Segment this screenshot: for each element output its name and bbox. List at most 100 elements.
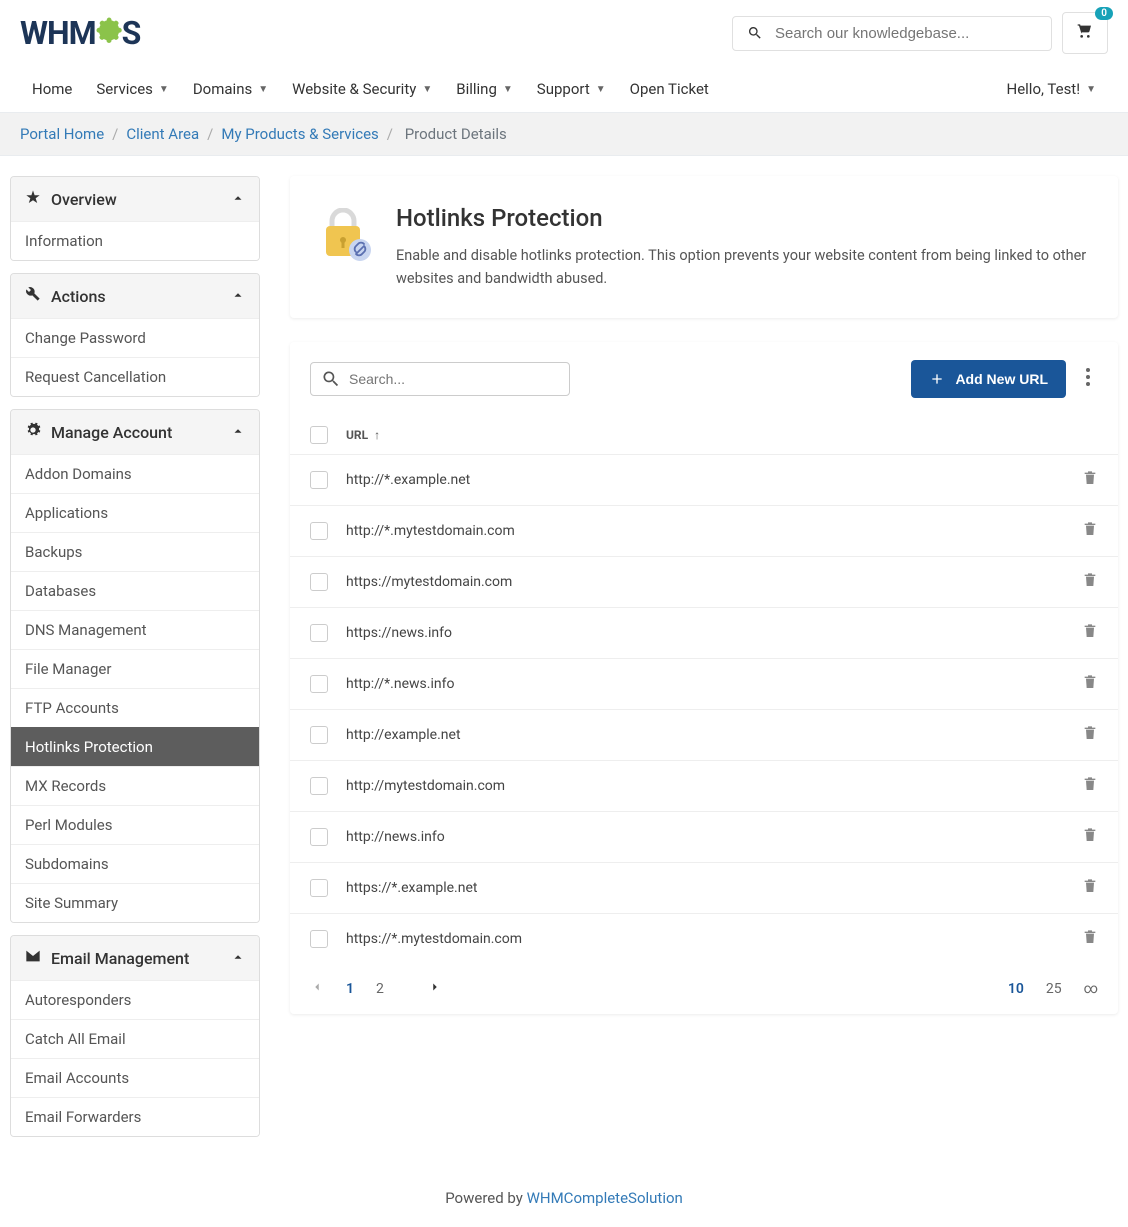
nav-item-services[interactable]: Services▼ [84, 66, 180, 112]
nav-item-home[interactable]: Home [20, 66, 84, 112]
page-2[interactable]: 2 [376, 981, 384, 997]
row-checkbox[interactable] [310, 726, 328, 744]
sidebar-item-hotlinks-protection[interactable]: Hotlinks Protection [11, 727, 259, 766]
sidebar-item-information[interactable]: Information [11, 221, 259, 260]
search-icon [747, 25, 763, 41]
sidebar-item-dns-management[interactable]: DNS Management [11, 610, 259, 649]
url-cell: http://example.net [346, 727, 1064, 743]
brand-logo[interactable]: WHM S [20, 14, 140, 52]
table-row: http://news.info [290, 812, 1118, 863]
delete-button[interactable] [1082, 826, 1098, 848]
actions-icon [25, 286, 41, 306]
prev-page-button[interactable] [310, 980, 324, 998]
sidebar-item-databases[interactable]: Databases [11, 571, 259, 610]
trash-icon [1082, 469, 1098, 487]
breadcrumb-link[interactable]: Client Area [126, 125, 199, 143]
trash-icon [1082, 877, 1098, 895]
sidebar-item-site-summary[interactable]: Site Summary [11, 883, 259, 922]
breadcrumb-link[interactable]: My Products & Services [221, 125, 378, 143]
url-cell: http://mytestdomain.com [346, 778, 1064, 794]
row-checkbox[interactable] [310, 675, 328, 693]
sidebar-panel-actions[interactable]: Actions [11, 274, 259, 318]
nav-item-open-ticket[interactable]: Open Ticket [618, 66, 721, 112]
column-header-url[interactable]: URL ↑ [346, 428, 380, 442]
next-page-button[interactable] [428, 980, 442, 998]
delete-button[interactable] [1082, 571, 1098, 593]
table-row: http://*.news.info [290, 659, 1118, 710]
table-row: https://mytestdomain.com [290, 557, 1118, 608]
table-search-input[interactable] [349, 371, 559, 387]
sidebar-item-file-manager[interactable]: File Manager [11, 649, 259, 688]
knowledgebase-search[interactable] [732, 16, 1052, 51]
sidebar-item-addon-domains[interactable]: Addon Domains [11, 454, 259, 493]
table-row: https://*.mytestdomain.com [290, 914, 1118, 964]
url-cell: https://mytestdomain.com [346, 574, 1064, 590]
trash-icon [1082, 928, 1098, 946]
row-checkbox[interactable] [310, 828, 328, 846]
row-checkbox[interactable] [310, 471, 328, 489]
sidebar-item-subdomains[interactable]: Subdomains [11, 844, 259, 883]
table-row: http://*.mytestdomain.com [290, 506, 1118, 557]
row-checkbox[interactable] [310, 777, 328, 795]
delete-button[interactable] [1082, 673, 1098, 695]
knowledgebase-search-input[interactable] [775, 25, 1037, 42]
user-greeting-dropdown[interactable]: Hello, Test! ▼ [995, 66, 1109, 112]
chevron-down-icon: ▼ [159, 84, 169, 95]
page-1[interactable]: 1 [346, 981, 354, 997]
add-new-url-button[interactable]: Add New URL [911, 360, 1066, 398]
footer-brand-link[interactable]: WHMCompleteSolution [527, 1189, 683, 1207]
delete-button[interactable] [1082, 622, 1098, 644]
sidebar-item-email-accounts[interactable]: Email Accounts [11, 1058, 259, 1097]
cart-button[interactable]: 0 [1062, 12, 1108, 54]
manage-icon [25, 422, 41, 442]
nav-item-domains[interactable]: Domains▼ [181, 66, 280, 112]
sidebar-item-ftp-accounts[interactable]: FTP Accounts [11, 688, 259, 727]
url-cell: https://*.mytestdomain.com [346, 931, 1064, 947]
breadcrumb-current: Product Details [405, 125, 507, 143]
sidebar-item-email-forwarders[interactable]: Email Forwarders [11, 1097, 259, 1136]
chevron-down-icon: ▼ [503, 84, 513, 95]
sidebar-item-change-password[interactable]: Change Password [11, 318, 259, 357]
chevron-down-icon: ▼ [596, 84, 606, 95]
row-checkbox[interactable] [310, 573, 328, 591]
sidebar-item-autoresponders[interactable]: Autoresponders [11, 980, 259, 1019]
page-description: Enable and disable hotlinks protection. … [396, 244, 1088, 290]
page-size-25[interactable]: 25 [1046, 981, 1062, 997]
nav-item-support[interactable]: Support▼ [525, 66, 618, 112]
sidebar-panel-overview[interactable]: Overview [11, 177, 259, 221]
breadcrumb-link[interactable]: Portal Home [20, 125, 104, 143]
row-checkbox[interactable] [310, 522, 328, 540]
delete-button[interactable] [1082, 469, 1098, 491]
trash-icon [1082, 724, 1098, 742]
delete-button[interactable] [1082, 877, 1098, 899]
sidebar-panel-manage[interactable]: Manage Account [11, 410, 259, 454]
page-size-10[interactable]: 10 [1008, 981, 1024, 997]
plus-icon [929, 371, 945, 387]
select-all-checkbox[interactable] [310, 426, 328, 444]
delete-button[interactable] [1082, 928, 1098, 950]
chevron-up-icon [231, 287, 245, 306]
sidebar-item-catch-all-email[interactable]: Catch All Email [11, 1019, 259, 1058]
sidebar-item-mx-records[interactable]: MX Records [11, 766, 259, 805]
row-checkbox[interactable] [310, 624, 328, 642]
sidebar-item-backups[interactable]: Backups [11, 532, 259, 571]
delete-button[interactable] [1082, 520, 1098, 542]
overview-icon [25, 189, 41, 209]
chevron-down-icon: ▼ [422, 84, 432, 95]
delete-button[interactable] [1082, 724, 1098, 746]
sidebar-panel-email[interactable]: Email Management [11, 936, 259, 980]
breadcrumb: Portal Home/Client Area/My Products & Se… [0, 113, 1128, 156]
table-search[interactable] [310, 362, 570, 396]
sidebar-item-perl-modules[interactable]: Perl Modules [11, 805, 259, 844]
delete-button[interactable] [1082, 775, 1098, 797]
page-title: Hotlinks Protection [396, 204, 1088, 232]
row-checkbox[interactable] [310, 879, 328, 897]
sidebar-item-applications[interactable]: Applications [11, 493, 259, 532]
nav-item-website-and-security[interactable]: Website & Security▼ [280, 66, 444, 112]
more-options-button[interactable] [1078, 360, 1098, 398]
page-size-∞[interactable]: ∞ [1084, 981, 1098, 997]
nav-item-billing[interactable]: Billing▼ [444, 66, 525, 112]
table-row: http://*.example.net [290, 455, 1118, 506]
row-checkbox[interactable] [310, 930, 328, 948]
sidebar-item-request-cancellation[interactable]: Request Cancellation [11, 357, 259, 396]
